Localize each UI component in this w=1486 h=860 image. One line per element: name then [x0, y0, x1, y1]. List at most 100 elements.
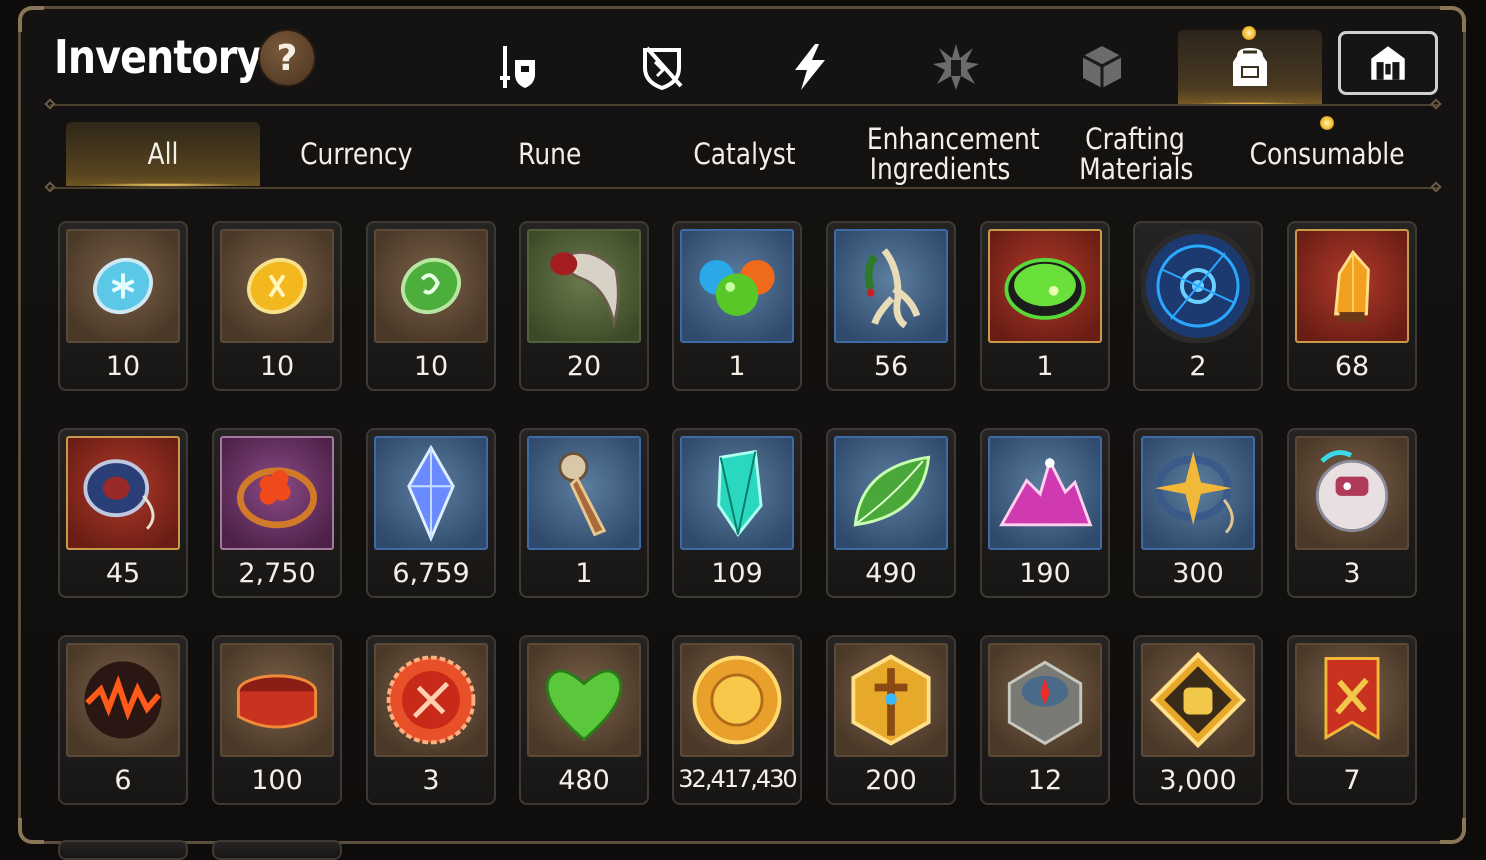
tab-rune[interactable]: Rune [453, 122, 647, 186]
item-slot[interactable]: 3,000 [1133, 635, 1263, 805]
item-count: 190 [1019, 558, 1071, 589]
item-count: 10 [413, 351, 449, 382]
item-slot[interactable]: 190 [980, 428, 1110, 598]
item-slot[interactable]: 490 [826, 428, 956, 598]
red-badge-icon [374, 643, 488, 757]
item-count: 12 [1027, 765, 1063, 796]
blue-rune-circle-icon [1141, 229, 1255, 343]
item-count: 2,750 [238, 558, 316, 589]
item-count: 6 [114, 765, 132, 796]
claw-icon [527, 229, 641, 343]
ginseng-root-icon [834, 229, 948, 343]
item-count: 32,417,430 [678, 765, 797, 793]
robot-orb-icon [1295, 436, 1409, 550]
item-slot-partial [58, 840, 188, 860]
red-ring-icon [220, 643, 334, 757]
guild-castle-icon [1371, 46, 1405, 80]
broken-shield-icon[interactable] [632, 34, 692, 100]
item-count: 200 [865, 765, 917, 796]
item-slot[interactable]: 100 [212, 635, 342, 805]
item-count: 1 [575, 558, 593, 589]
green-heart-icon [527, 643, 641, 757]
teal-crystal-icon [680, 436, 794, 550]
item-count: 480 [558, 765, 610, 796]
item-slot[interactable]: 6,759 [366, 428, 496, 598]
item-slot[interactable]: 10 [212, 221, 342, 391]
red-flower-ring-icon [220, 436, 334, 550]
item-slot[interactable]: 1 [672, 221, 802, 391]
item-slot[interactable]: 3 [366, 635, 496, 805]
cube-icon[interactable] [1072, 34, 1132, 100]
item-count: 7 [1343, 765, 1361, 796]
item-count: 3 [1343, 558, 1361, 589]
item-count: 6,759 [392, 558, 470, 589]
item-slot[interactable]: 1 [519, 428, 649, 598]
item-slot[interactable]: 109 [672, 428, 802, 598]
item-count: 68 [1334, 351, 1370, 382]
key-pendant-icon [527, 436, 641, 550]
item-count: 3,000 [1159, 765, 1237, 796]
item-slot-partial [212, 840, 342, 860]
item-count: 100 [251, 765, 303, 796]
tab-consumable[interactable]: Consumable [1230, 122, 1424, 186]
green-leaf-icon [834, 436, 948, 550]
item-count: 109 [711, 558, 763, 589]
sun-coin-icon [680, 643, 794, 757]
pink-crystal-pile-icon [988, 436, 1102, 550]
item-slot[interactable]: 10 [58, 221, 188, 391]
green-rune-stone-icon [374, 229, 488, 343]
backpack-icon[interactable] [1220, 34, 1280, 100]
sword-shield-icon[interactable] [486, 34, 546, 100]
blue-crystal-icon [374, 436, 488, 550]
page-title: Inventory [54, 30, 262, 84]
item-count: 1 [728, 351, 746, 382]
tab-currency[interactable]: Currency [259, 122, 453, 186]
tab-catalyst[interactable]: Catalyst [647, 122, 841, 186]
item-count: 3 [422, 765, 440, 796]
stone-compass-icon [988, 643, 1102, 757]
lava-orb-icon [66, 643, 180, 757]
item-slot[interactable]: 10 [366, 221, 496, 391]
gold-star-pendant-icon [1141, 436, 1255, 550]
item-slot[interactable]: 68 [1287, 221, 1417, 391]
item-slot[interactable]: 7 [1287, 635, 1417, 805]
green-potion-bowl-icon [988, 229, 1102, 343]
item-count: 2 [1189, 351, 1207, 382]
lightning-icon[interactable] [780, 34, 840, 100]
item-slot[interactable]: 3 [1287, 428, 1417, 598]
item-count: 490 [865, 558, 917, 589]
item-count: 10 [259, 351, 295, 382]
item-slot[interactable]: 56 [826, 221, 956, 391]
item-slot[interactable]: 32,417,430 [672, 635, 802, 805]
gold-sword-emblem-icon [834, 643, 948, 757]
item-count: 45 [105, 558, 141, 589]
item-slot[interactable]: 300 [1133, 428, 1263, 598]
tab-enhancement-ingredients[interactable]: Enhancement Ingredients [840, 122, 1040, 186]
tab-crafting-materials[interactable]: Crafting Materials [1040, 122, 1230, 186]
blue-rune-stone-icon [66, 229, 180, 343]
yellow-rune-stone-icon [220, 229, 334, 343]
slime-orbs-icon [680, 229, 794, 343]
item-slot[interactable]: 480 [519, 635, 649, 805]
orange-crystal-icon [1295, 229, 1409, 343]
item-count: 10 [105, 351, 141, 382]
tab-all[interactable]: All [66, 122, 260, 187]
help-button[interactable]: ? [258, 29, 316, 87]
item-slot[interactable]: 6 [58, 635, 188, 805]
item-slot[interactable]: 12 [980, 635, 1110, 805]
star-burst-icon[interactable] [926, 34, 986, 100]
item-slot[interactable]: 45 [58, 428, 188, 598]
blue-ring-pendant-icon [66, 436, 180, 550]
item-slot[interactable]: 2,750 [212, 428, 342, 598]
item-slot[interactable]: 2 [1133, 221, 1263, 391]
war-banner-icon [1295, 643, 1409, 757]
item-slot[interactable]: 1 [980, 221, 1110, 391]
guild-storage-button[interactable] [1338, 31, 1438, 95]
item-slot[interactable]: 20 [519, 221, 649, 391]
fist-emblem-icon [1141, 643, 1255, 757]
item-count: 300 [1172, 558, 1224, 589]
item-slot[interactable]: 200 [826, 635, 956, 805]
item-count: 20 [566, 351, 602, 382]
item-count: 1 [1036, 351, 1054, 382]
item-count: 56 [873, 351, 909, 382]
